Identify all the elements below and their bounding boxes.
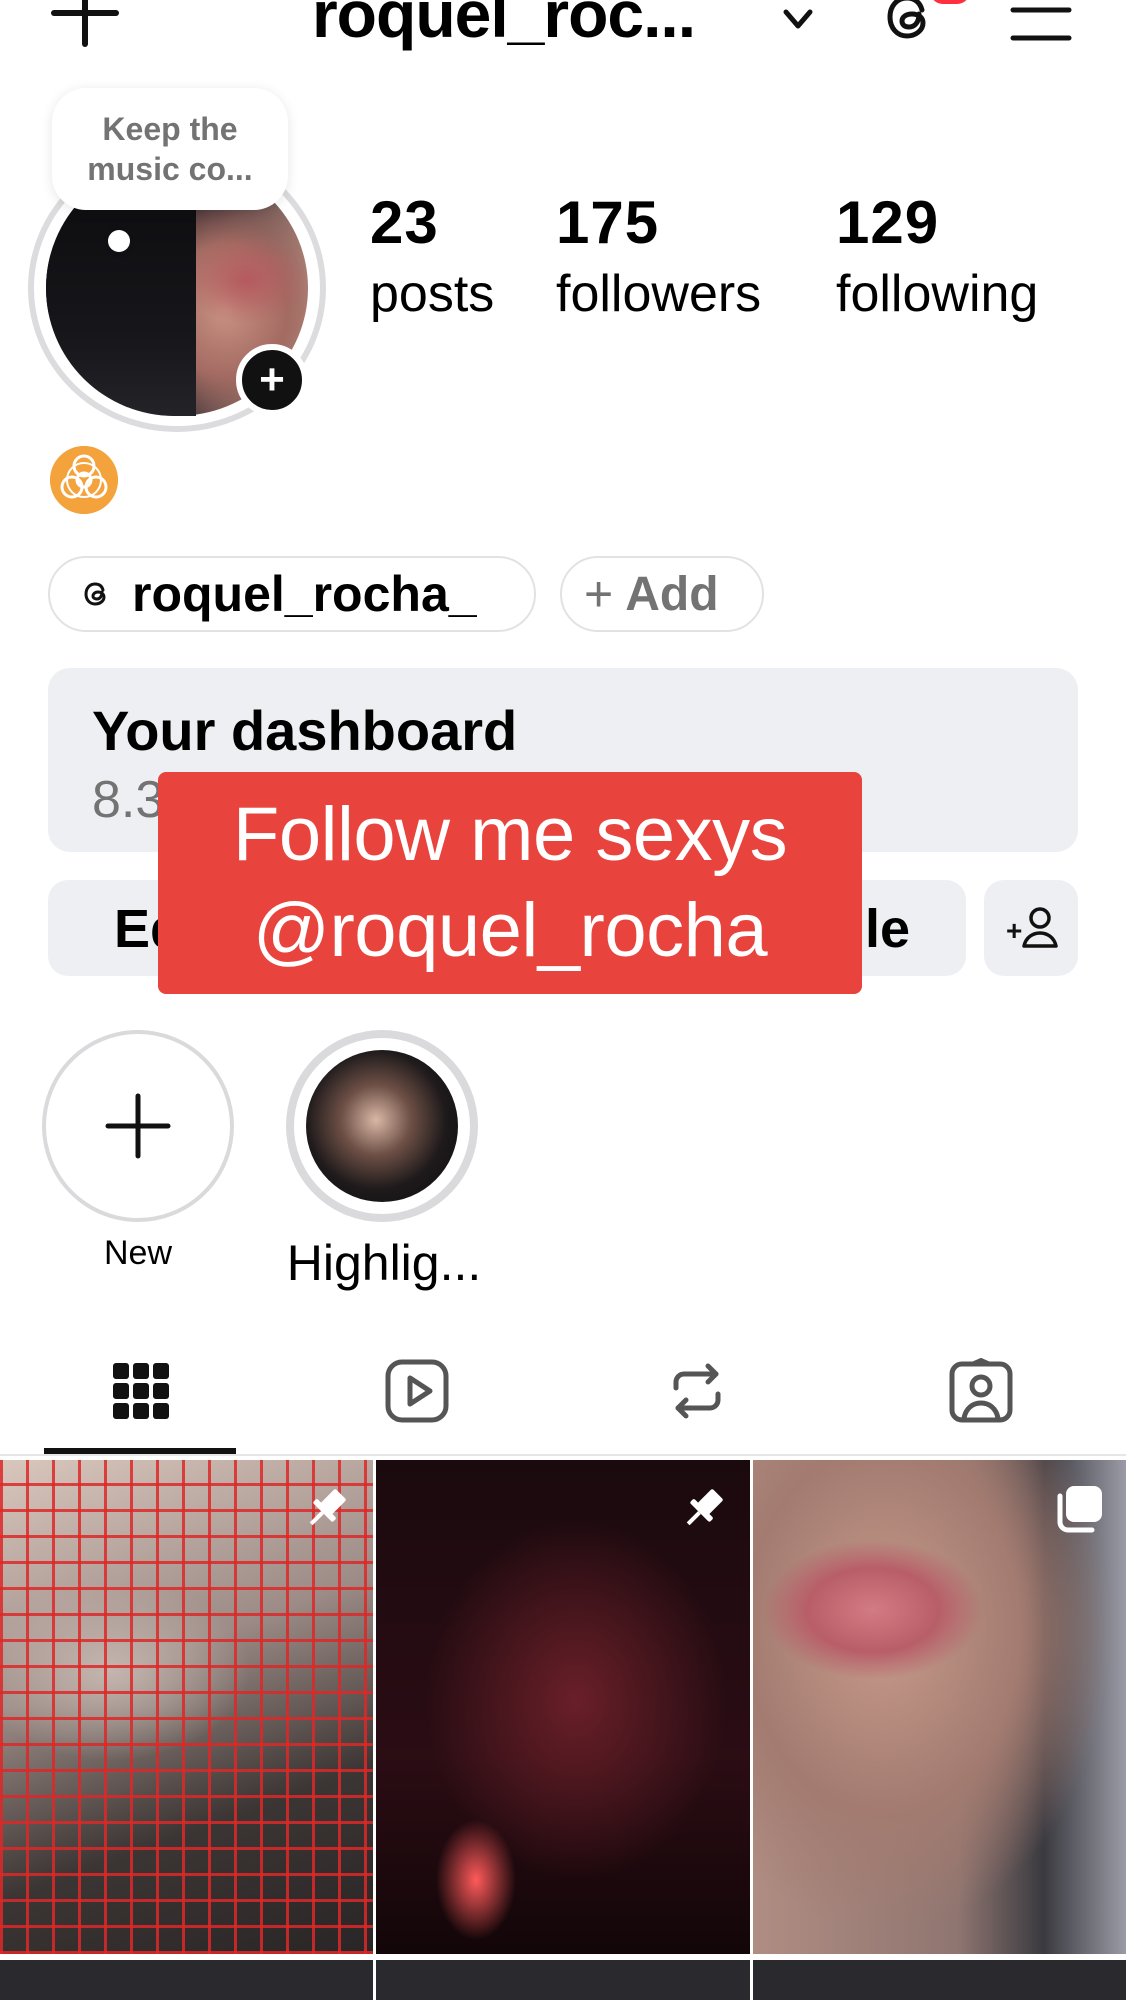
grid-icon[interactable]: [108, 1358, 174, 1424]
tagged-icon[interactable]: [948, 1358, 1014, 1424]
dashboard-title: Your dashboard: [92, 699, 518, 762]
plus-icon: +: [259, 355, 285, 404]
followers-count[interactable]: 175: [556, 188, 659, 257]
threads-handle: roquel_rocha_: [132, 566, 477, 622]
pin-icon: [686, 1489, 723, 1526]
tab-divider: [0, 1454, 1126, 1456]
next-row-thumbnails[interactable]: [0, 1960, 1126, 2000]
post-thumbnail[interactable]: [376, 1460, 750, 1954]
add-label: Add: [625, 567, 719, 621]
threads-link-pill[interactable]: roquel_rocha_: [48, 556, 536, 632]
followers-label[interactable]: followers: [556, 264, 761, 324]
highlight-label: Highlig...: [286, 1235, 482, 1291]
plus-icon: +: [584, 566, 614, 622]
menu-icon[interactable]: [1010, 4, 1072, 44]
svg-text:+: +: [1006, 915, 1022, 946]
profile-username[interactable]: roquel_roc...: [312, 0, 696, 52]
grid-col-gap: [373, 1960, 376, 2000]
pin-icon: [309, 1489, 346, 1526]
overlay-line-2: @roquel_rocha: [252, 888, 768, 973]
chevron-down-icon[interactable]: [778, 0, 818, 40]
post-thumbnail[interactable]: [753, 1460, 1126, 1954]
profile-note[interactable]: Keep the music co...: [52, 88, 288, 210]
carousel-icon: [1057, 1486, 1102, 1533]
threads-icon: [84, 582, 106, 606]
following-count[interactable]: 129: [836, 188, 939, 257]
threads-icon[interactable]: [876, 0, 942, 50]
posts-count[interactable]: 23: [370, 188, 439, 257]
note-text: Keep the music co...: [87, 111, 253, 187]
following-label[interactable]: following: [836, 264, 1038, 324]
create-plus-icon[interactable]: [48, 0, 122, 50]
highlight-cover[interactable]: [306, 1050, 458, 1202]
grid-col-gap: [750, 1960, 753, 2000]
biohazard-icon: [50, 446, 118, 514]
promo-text-overlay: Follow me sexys @roquel_rocha: [158, 772, 862, 994]
dashboard-subtitle: 8.3: [92, 771, 165, 829]
plus-icon: [105, 1093, 171, 1159]
add-story-button[interactable]: +: [236, 344, 308, 416]
add-link-pill[interactable]: + Add: [560, 556, 764, 632]
note-bubble-tail: [108, 230, 130, 252]
reels-icon[interactable]: [384, 1358, 450, 1424]
post-thumbnail[interactable]: [0, 1460, 373, 1954]
overlay-line-1: Follow me sexys: [232, 792, 788, 877]
add-person-icon: +: [1006, 907, 1058, 948]
posts-label[interactable]: posts: [370, 264, 494, 324]
repost-icon[interactable]: [664, 1358, 730, 1424]
discover-people-button[interactable]: +: [984, 880, 1078, 976]
highlight-label-new: New: [103, 1234, 173, 1272]
